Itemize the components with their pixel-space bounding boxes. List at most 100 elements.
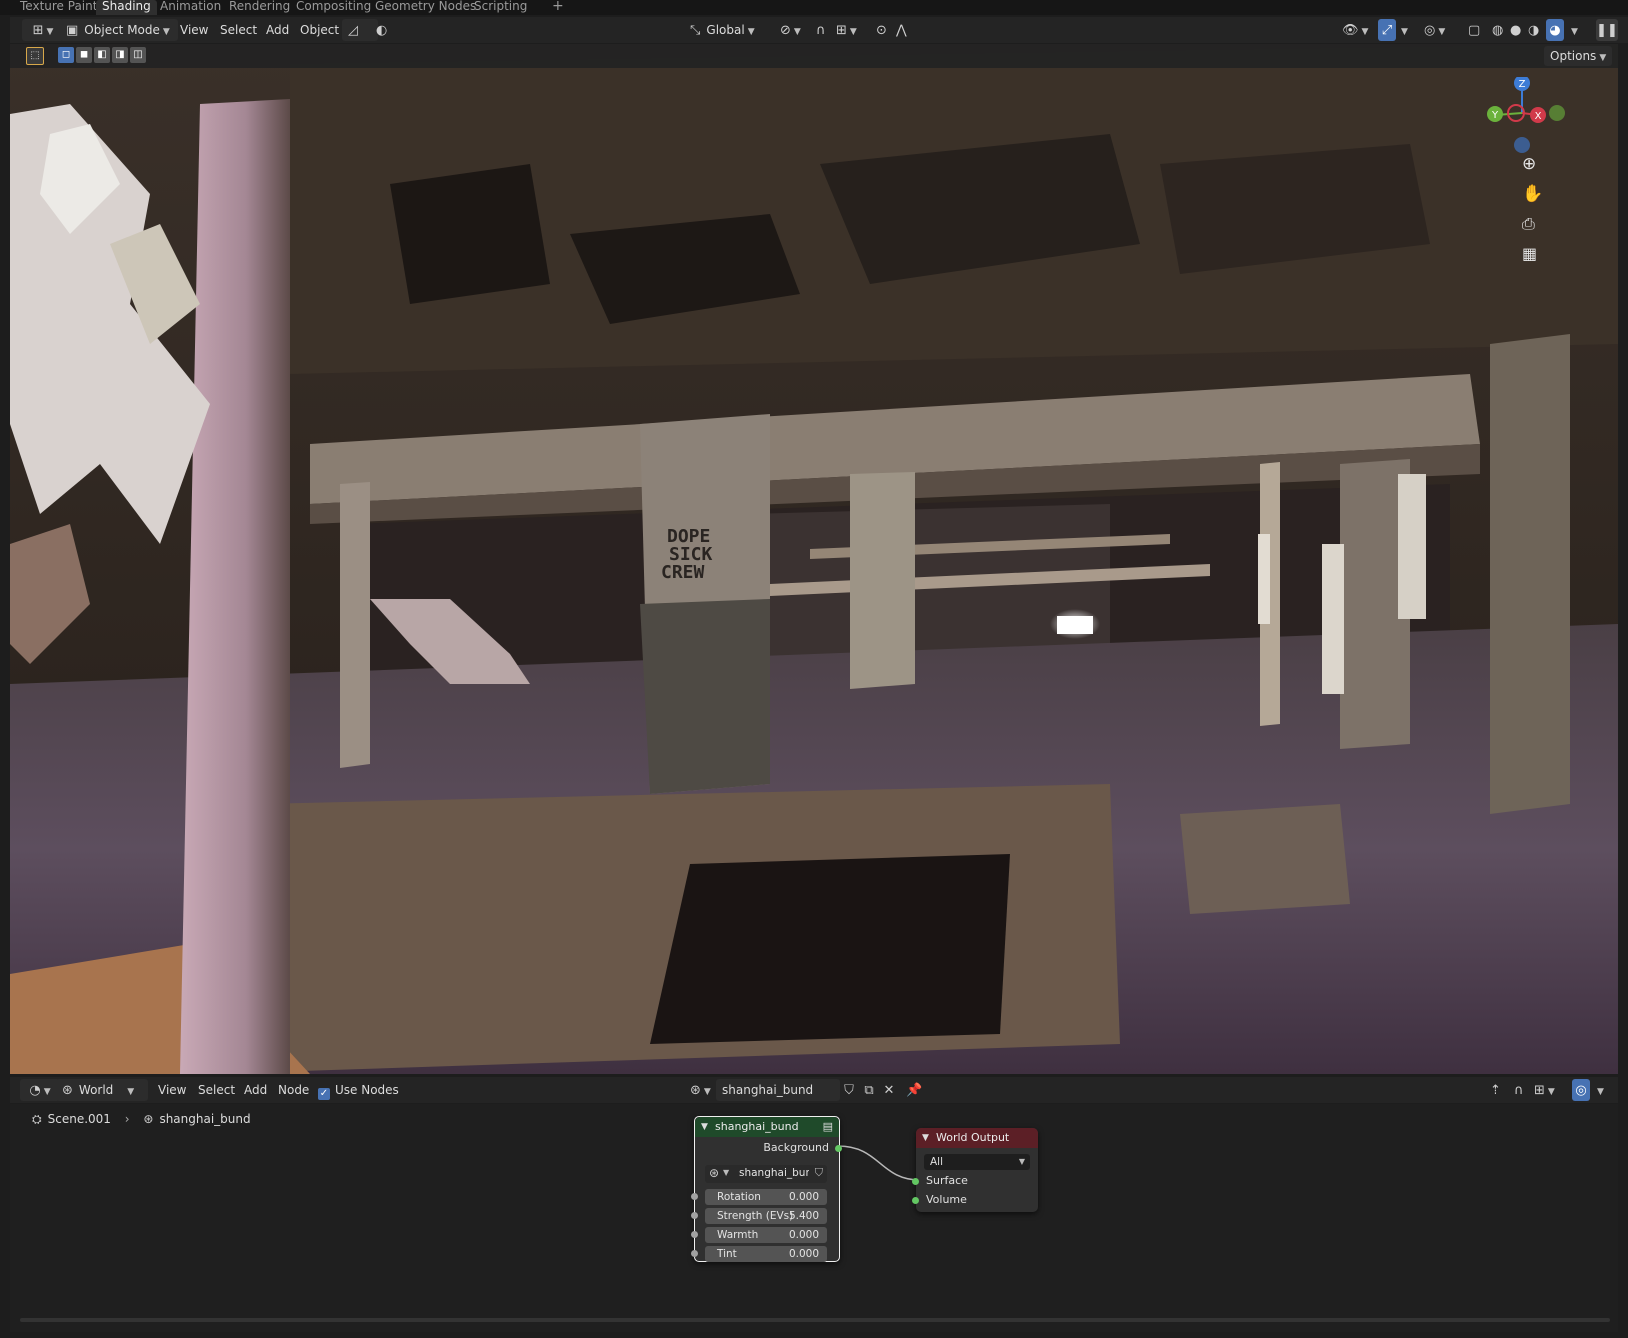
zoom-icon[interactable]: ⊕	[1522, 154, 1536, 174]
select-tool-icon[interactable]: ⬚	[26, 47, 44, 65]
warmth-label: Warmth	[717, 1229, 759, 1241]
tab-texture-paint[interactable]: Texture Paint	[14, 0, 103, 15]
overlays-toggle[interactable]: ◎ ▼	[1424, 19, 1445, 41]
ne-snap-dropdown[interactable]: ⊞ ▼	[1534, 1079, 1555, 1101]
background-output-socket[interactable]	[835, 1145, 842, 1152]
add-workspace-button[interactable]: +	[546, 0, 570, 15]
node-editor-canvas[interactable]: ⛭ Scene.001 › ⊛ shanghai_bund ▼ shanghai_b…	[10, 1104, 1618, 1332]
select-new-icon[interactable]: ◻	[58, 47, 74, 63]
ne-magnet-icon: ∩	[1514, 1083, 1524, 1098]
camera-icon[interactable]: ⎙	[1522, 214, 1535, 234]
options-label: Options	[1550, 49, 1597, 63]
rotation-input-socket[interactable]	[691, 1193, 698, 1200]
falloff-dropdown[interactable]: ⋀	[896, 19, 907, 41]
world-output-collapse-icon[interactable]: ▼	[922, 1128, 929, 1148]
shading-options-dropdown[interactable]: ▼	[1568, 19, 1578, 41]
3d-viewport[interactable]: DOPE SICK CREW Z Y X ⊕ ✋ ⎙ ▦	[10, 44, 1618, 1074]
transform-orientation-dropdown[interactable]: ⤡ Global ▼	[690, 19, 755, 41]
unlink-world-button[interactable]: ✕	[880, 1079, 898, 1101]
solid-shading-button[interactable]: ●	[1510, 19, 1521, 41]
tint-input-socket[interactable]	[691, 1250, 698, 1257]
world-output-header[interactable]: ▼ World Output	[916, 1128, 1038, 1148]
parent-node-tree-button[interactable]: ⇡	[1490, 1079, 1501, 1101]
strength-field[interactable]: Strength (EVs) 5.400	[705, 1208, 827, 1224]
curve-icon: ◿	[348, 23, 358, 38]
env-node-header[interactable]: ▼ shanghai_bund ▤	[695, 1117, 839, 1137]
mode-dropdown[interactable]: ▣ Object Mode ▼	[60, 19, 178, 41]
env-collapse-icon[interactable]: ▼	[701, 1117, 708, 1137]
horizontal-scrollbar[interactable]	[20, 1318, 1610, 1322]
falloff-curve-icon: ⋀	[896, 23, 907, 38]
world-browse-icon: ⊛	[690, 1083, 701, 1098]
env-image-selector[interactable]: ⊛ ▼ shanghai_bund ⛉	[705, 1165, 827, 1183]
world-output-node[interactable]: ▼ World Output All ▼ Surface Volume	[912, 1128, 1038, 1212]
ne-menu-add[interactable]: Add	[244, 1079, 267, 1101]
duplicate-world-button[interactable]: ⧉	[860, 1079, 878, 1101]
mirror-toggle[interactable]: ◐	[376, 19, 387, 41]
ne-snap-toggle[interactable]: ∩	[1514, 1079, 1524, 1101]
env-image-chevron-icon: ▼	[723, 1168, 730, 1177]
tab-animation[interactable]: Animation	[154, 0, 227, 15]
select-intersect-icon[interactable]: ◫	[130, 47, 146, 63]
strength-input-socket[interactable]	[691, 1212, 698, 1219]
ne-overlays-toggle[interactable]: ◎	[1572, 1079, 1590, 1101]
tab-compositing[interactable]: Compositing	[290, 0, 377, 15]
select-invert-icon[interactable]: ◨	[112, 47, 128, 63]
pin-button[interactable]: 📌	[906, 1079, 922, 1101]
pivot-dropdown[interactable]: ⊘ ▼	[780, 19, 801, 41]
environment-node[interactable]: ▼ shanghai_bund ▤ Background ⊛ ▼ shangha…	[691, 1116, 842, 1262]
wireframe-shading-button[interactable]: ◍	[1492, 19, 1503, 41]
tab-rendering[interactable]: Rendering	[223, 0, 296, 15]
duplicate-icon: ⧉	[864, 1083, 874, 1098]
ne-menu-select[interactable]: Select	[198, 1079, 235, 1101]
gizmo-toggle[interactable]: ⤢	[1378, 19, 1396, 41]
options-dropdown[interactable]: Options ▼	[1544, 46, 1613, 66]
warmth-input-socket[interactable]	[691, 1231, 698, 1238]
target-dropdown[interactable]: All ▼	[924, 1154, 1030, 1170]
env-image-icon: ⊛	[709, 1166, 720, 1180]
object-gizmo-dropdown[interactable]: ◿	[342, 19, 378, 41]
gizmo-x-label: X	[1535, 111, 1542, 122]
surface-input-socket[interactable]	[912, 1178, 919, 1185]
volume-input-socket[interactable]	[912, 1197, 919, 1204]
ne-menu-node[interactable]: Node	[278, 1079, 309, 1101]
rendered-shading-button[interactable]: ◕	[1546, 19, 1564, 41]
ne-menu-view[interactable]: View	[158, 1079, 186, 1101]
menu-select[interactable]: Select	[220, 19, 257, 41]
material-shading-button[interactable]: ◑	[1528, 19, 1539, 41]
ne-overlays-dropdown[interactable]: ▼	[1594, 1079, 1604, 1101]
gizmo-dropdown[interactable]: ▼	[1398, 19, 1408, 41]
mode-label: Object Mode	[84, 23, 160, 37]
fake-user-button[interactable]: ⛉	[840, 1079, 858, 1101]
env-node-preview-icon[interactable]: ▤	[823, 1117, 833, 1137]
editor-type-button[interactable]: ⊞ ▼	[22, 19, 64, 41]
use-nodes-checkbox[interactable]: ✓ Use Nodes	[318, 1079, 399, 1101]
menu-view[interactable]: View	[180, 19, 208, 41]
world-name-value: shanghai_bund	[722, 1083, 814, 1097]
snap-dropdown[interactable]: ⊞ ▼	[836, 19, 857, 41]
env-image-shield-icon[interactable]: ⛉	[815, 1166, 823, 1180]
pause-render-button[interactable]: ❚❚	[1596, 19, 1618, 41]
select-subtract-icon[interactable]: ◧	[94, 47, 110, 63]
tab-geometry-nodes[interactable]: Geometry Nodes	[369, 0, 482, 15]
tab-scripting[interactable]: Scripting	[468, 0, 533, 15]
world-browse-dropdown[interactable]: ⊛ ▼	[690, 1079, 711, 1101]
visibility-dropdown[interactable]: 👁 ▼	[1342, 19, 1368, 41]
rotation-field[interactable]: Rotation 0.000	[705, 1189, 827, 1205]
xray-toggle[interactable]: ▢	[1468, 19, 1480, 41]
warmth-field[interactable]: Warmth 0.000	[705, 1227, 827, 1243]
surface-label: Surface	[926, 1174, 968, 1187]
tab-shading[interactable]: Shading	[96, 0, 157, 15]
menu-add[interactable]: Add	[266, 19, 289, 41]
node-editor-type-button[interactable]: ◔ ▼	[20, 1079, 60, 1101]
select-extend-icon[interactable]: ◼	[76, 47, 92, 63]
tint-field[interactable]: Tint 0.000	[705, 1246, 827, 1262]
proportional-edit-toggle[interactable]: ⊙	[876, 19, 887, 41]
shader-type-dropdown[interactable]: ⊛ World ▼	[56, 1079, 148, 1101]
world-name-field[interactable]: shanghai_bund	[716, 1079, 840, 1101]
snap-toggle[interactable]: ∩	[816, 19, 826, 41]
grid-perspective-icon[interactable]: ▦	[1522, 244, 1537, 263]
pan-hand-icon[interactable]: ✋	[1522, 184, 1543, 204]
menu-object[interactable]: Object	[300, 19, 339, 41]
arrow-up-icon: ⇡	[1490, 1083, 1501, 1098]
